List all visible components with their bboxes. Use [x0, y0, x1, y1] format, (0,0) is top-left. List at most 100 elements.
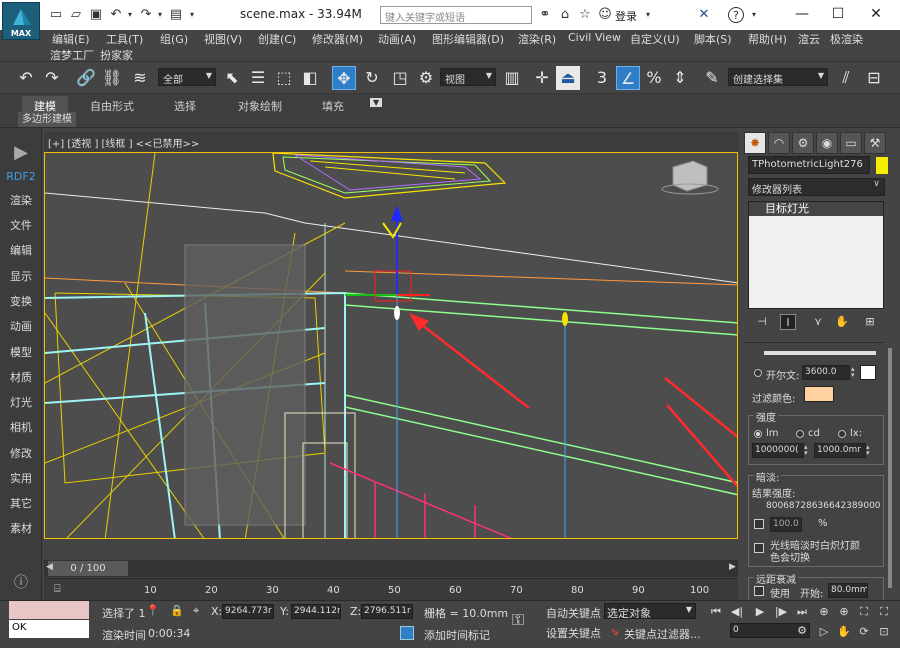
go-to-end-icon[interactable]: ⏭ — [794, 604, 810, 620]
align-icon[interactable]: ⊟ — [862, 66, 886, 90]
project-folder-icon[interactable]: ▤ — [168, 7, 184, 23]
key-selection-dropdown[interactable]: 选定对象 ▼ — [604, 603, 696, 619]
login-dropdown-icon[interactable]: ▾ — [640, 7, 656, 23]
search-input[interactable]: 键入关键字或短语 — [380, 6, 532, 24]
track-bar[interactable]: ⌸ 10 20 30 40 50 60 70 80 90 100 — [44, 578, 738, 600]
time-slider-thumb[interactable]: 0 / 100 — [48, 561, 128, 576]
project-dropdown-icon[interactable]: ▾ — [184, 7, 200, 23]
play-icon[interactable]: ▶ — [752, 604, 768, 620]
ribbon-panel-label[interactable]: 多边形建模 — [18, 112, 76, 127]
move-gizmo[interactable] — [345, 205, 430, 302]
auto-key-button[interactable]: 自动关键点 — [546, 605, 601, 621]
maxscript-listener-input[interactable] — [9, 601, 89, 619]
key-filter-icon[interactable]: ⇘ — [610, 625, 619, 638]
light-icon-white[interactable] — [394, 306, 400, 320]
menu-ji-render[interactable]: 极渲染 — [830, 31, 863, 47]
set-key-button[interactable]: 设置关键点 — [546, 625, 601, 641]
show-end-result-icon[interactable]: I — [780, 314, 796, 330]
menu-create[interactable]: 创建(C) — [258, 31, 296, 47]
open-file-icon[interactable]: ▱ — [68, 7, 84, 23]
lock-selection-icon[interactable]: 🔒 — [170, 604, 184, 617]
info-icon[interactable]: ⓘ — [0, 572, 42, 592]
rectangle-selection-icon[interactable]: ⬚ — [272, 66, 296, 90]
place-icon[interactable]: ⚙ — [414, 66, 438, 90]
adaptive-degradation-icon[interactable] — [400, 626, 414, 640]
play-logo-icon[interactable]: ▶ — [0, 142, 42, 163]
window-crossing-icon[interactable]: ◧ — [298, 66, 322, 90]
modifier-stack[interactable]: 目标灯光 — [748, 201, 884, 309]
add-time-tag[interactable]: 添加时间标记 — [424, 627, 490, 643]
reference-coordinate-dropdown[interactable]: 视图 ▼ — [440, 68, 496, 86]
left-panel-other[interactable]: 其它 — [0, 495, 42, 511]
remove-modifier-icon[interactable]: ✋ — [834, 314, 850, 330]
percent-input[interactable]: 100.0 — [770, 517, 802, 532]
previous-frame-icon[interactable]: ◀| — [729, 604, 745, 620]
left-panel-utility[interactable]: 实用 — [0, 470, 42, 486]
percent-snap-icon[interactable]: % — [642, 66, 666, 90]
set-key-mode-icon[interactable]: ⚿ — [512, 610, 524, 630]
intensity-input[interactable]: 1000000( — [752, 443, 804, 458]
kelvin-radio[interactable] — [754, 369, 762, 377]
save-icon[interactable]: ▣ — [88, 7, 104, 23]
y-coordinate-field[interactable]: 2944.112r — [291, 604, 341, 619]
menu-rendering[interactable]: 渲染(R) — [518, 31, 556, 47]
left-panel-rdf2[interactable]: RDF2 — [0, 170, 42, 183]
selection-filter-dropdown[interactable]: 全部 ▼ — [158, 68, 216, 86]
edit-named-selection-icon[interactable]: ✎ — [700, 66, 724, 90]
command-panel-scrollbar[interactable] — [888, 348, 892, 588]
help-icon[interactable]: ? — [728, 7, 744, 23]
angle-snap-icon[interactable]: ∠ — [616, 66, 640, 90]
select-and-rotate-icon[interactable]: ↻ — [360, 66, 384, 90]
spinner-snap-icon[interactable]: ⇕ — [668, 66, 692, 90]
kelvin-input[interactable]: 3600.0 — [802, 365, 850, 380]
configure-modifier-sets-icon[interactable]: ⊞ — [862, 314, 878, 330]
object-name-field[interactable]: TPhotometricLight276 — [748, 156, 870, 174]
close-button[interactable]: ✕ — [858, 0, 894, 28]
menu-animation[interactable]: 动画(A) — [378, 31, 416, 47]
motion-tab-icon[interactable]: ◉ — [816, 132, 838, 154]
subscription-icon[interactable]: ⌂ — [557, 7, 573, 23]
left-panel-animation[interactable]: 动画 — [0, 318, 42, 334]
left-panel-transform[interactable]: 变换 — [0, 293, 42, 309]
time-slider-track[interactable] — [44, 560, 738, 577]
left-panel-file[interactable]: 文件 — [0, 217, 42, 233]
keyboard-shortcut-override-icon[interactable]: ⏏ — [556, 66, 580, 90]
object-color-swatch[interactable] — [876, 157, 888, 174]
key-filters-button[interactable]: 关键点过滤器... — [624, 626, 701, 642]
next-frame-icon[interactable]: |▶ — [773, 604, 789, 620]
snaps-toggle[interactable]: 3 — [590, 66, 614, 90]
chevron-down-icon[interactable]: ∨ — [869, 179, 884, 195]
left-panel-camera[interactable]: 相机 — [0, 419, 42, 435]
go-to-start-icon[interactable]: ⏮ — [708, 604, 724, 620]
z-coordinate-field[interactable]: 2796.511r — [361, 604, 413, 619]
use-far-atten-checkbox[interactable] — [754, 586, 764, 596]
select-object-icon[interactable]: ⬉ — [220, 66, 244, 90]
mirror-icon[interactable]: ⫽ — [834, 66, 858, 90]
display-tab-icon[interactable]: ▭ — [840, 132, 862, 154]
next-frame-icon[interactable]: ▶ — [729, 562, 736, 572]
menu-scripting[interactable]: 脚本(S) — [694, 31, 732, 47]
menu-customize[interactable]: 自定义(U) — [630, 31, 680, 47]
unlink-icon[interactable]: ⛓ — [100, 66, 124, 90]
incandescent-dim-checkbox[interactable] — [754, 543, 764, 553]
start-input[interactable]: 80.0mm — [828, 583, 868, 598]
create-tab-icon[interactable]: ✸ — [744, 132, 766, 154]
ribbon-options-icon[interactable]: ▼ — [370, 98, 383, 107]
lx-radio[interactable] — [838, 430, 846, 438]
maximize-button[interactable]: ☐ — [820, 0, 856, 28]
maximize-viewport-icon[interactable]: ⊡ — [876, 624, 892, 640]
undo-dropdown-icon[interactable]: ▾ — [122, 7, 138, 23]
select-and-move-icon[interactable]: ✥ — [332, 66, 356, 90]
binoculars-icon[interactable]: ⚭ — [537, 7, 553, 23]
left-panel-display[interactable]: 显示 — [0, 268, 42, 284]
app-logo[interactable]: MAX — [2, 2, 40, 40]
intensity-spinner[interactable]: ▴ ▾ — [804, 444, 812, 457]
menu-civil-view[interactable]: Civil View — [568, 31, 621, 44]
menu-help[interactable]: 帮助(H) — [748, 31, 787, 47]
ribbon-tab-populate[interactable]: 填充 — [322, 98, 344, 114]
left-panel-model[interactable]: 模型 — [0, 344, 42, 360]
redo-tool-icon[interactable]: ↷ — [40, 66, 64, 90]
select-manipulate-icon[interactable]: ✛ — [530, 66, 554, 90]
pivot-center-icon[interactable]: ▥ — [500, 66, 524, 90]
named-selection-set-dropdown[interactable]: 创建选择集 ▼ — [728, 68, 828, 86]
